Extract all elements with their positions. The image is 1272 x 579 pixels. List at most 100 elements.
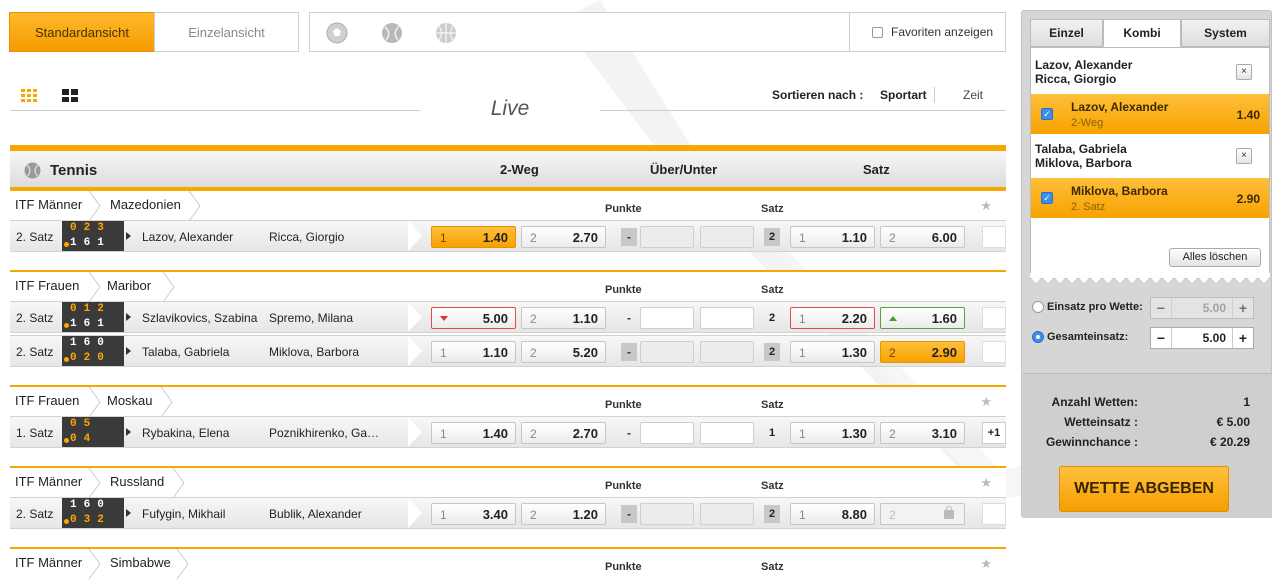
league-header[interactable]: ITF Frauen Moskau Punkte Satz ★	[10, 385, 1006, 417]
live-title: Live	[490, 97, 530, 120]
tab-single[interactable]: Einzel	[1030, 19, 1103, 47]
total-stake-input[interactable]: 5.00	[1171, 328, 1233, 348]
more-markets-button[interactable]: +1	[982, 422, 1006, 444]
odd-set-home[interactable]: 1 2.20	[790, 307, 875, 329]
set-label: Satz	[761, 399, 784, 411]
stake-value: € 5.00	[1216, 415, 1250, 429]
star-icon[interactable]: ★	[980, 394, 992, 410]
stake-label: Wetteinsatz :	[1064, 415, 1138, 429]
checkbox-icon[interactable]: ✓	[1041, 108, 1053, 120]
star-icon[interactable]: ★	[980, 556, 992, 572]
odd-set-away[interactable]: 2 3.10	[880, 422, 965, 444]
match-row[interactable]: 2. Satz 012 161 Szlavikovics, Szabina Sp…	[10, 301, 1006, 333]
total-stake-stepper[interactable]: − 5.00 +	[1150, 327, 1254, 349]
favorites-toggle[interactable]: Favoriten anzeigen	[849, 13, 1007, 51]
place-bet-button[interactable]: WETTE ABGEBEN	[1059, 466, 1229, 512]
scoreboard: 160 032	[62, 498, 124, 528]
sort-by-time[interactable]: Zeit	[963, 88, 983, 102]
remove-selection-button[interactable]: ×	[1236, 64, 1252, 80]
expand-arrow-icon[interactable]	[126, 232, 131, 240]
odd-2way-away[interactable]: 2 1.20	[521, 503, 606, 525]
odd-2way-away[interactable]: 2 2.70	[521, 226, 606, 248]
odd-2way-home[interactable]: 1 1.40	[431, 422, 516, 444]
odd-set-home[interactable]: 1 1.30	[790, 341, 875, 363]
match-row[interactable]: 1. Satz 05 04 Rybakina, Elena Poznikhire…	[10, 416, 1006, 448]
tab-combo[interactable]: Kombi	[1103, 19, 1181, 47]
league-header[interactable]: ITF Frauen Maribor Punkte Satz	[10, 270, 1006, 302]
match-row[interactable]: 2. Satz 160 032 Fufygin, Mikhail Bublik,…	[10, 497, 1006, 529]
total-stake-option[interactable]: Gesamteinsatz:	[1032, 331, 1128, 343]
league-category[interactable]: ITF Frauen	[15, 278, 79, 293]
star-icon[interactable]: ★	[980, 475, 992, 491]
increase-button[interactable]: +	[1233, 328, 1253, 348]
league-category[interactable]: ITF Frauen	[15, 393, 79, 408]
league-event[interactable]: Russland	[110, 474, 164, 489]
league-event[interactable]: Moskau	[107, 393, 153, 408]
league-header[interactable]: ITF Männer Simbabwe Punkte Satz ★	[10, 547, 1006, 579]
clear-all-button[interactable]: Alles löschen	[1169, 248, 1261, 267]
odd-2way-home[interactable]: 1 3.40	[431, 503, 516, 525]
remove-selection-button[interactable]: ×	[1236, 148, 1252, 164]
expand-arrow-icon[interactable]	[126, 347, 131, 355]
betslip-selections: Lazov, Alexander Ricca, Giorgio × ✓ Lazo…	[1030, 47, 1270, 279]
over-under-line: -	[621, 343, 637, 361]
odd-set-home[interactable]: 1 1.10	[790, 226, 875, 248]
basketball-icon[interactable]	[435, 22, 457, 44]
more-markets-button[interactable]	[982, 307, 1006, 329]
odd-2way-away[interactable]: 2 5.20	[521, 341, 606, 363]
odd-2way-away[interactable]: 2 1.10	[521, 307, 606, 329]
total-stake-radio[interactable]	[1032, 331, 1044, 343]
odd-2way-away[interactable]: 2 2.70	[521, 422, 606, 444]
league-category[interactable]: ITF Männer	[15, 555, 82, 570]
odd-over	[640, 226, 694, 248]
favorites-checkbox[interactable]	[872, 26, 883, 38]
single-view-button[interactable]: Einzelansicht	[154, 12, 299, 52]
sort-by-sport[interactable]: Sportart	[880, 88, 927, 102]
serve-indicator	[64, 438, 69, 443]
league-event[interactable]: Simbabwe	[110, 555, 171, 570]
more-markets-button[interactable]	[982, 226, 1006, 248]
checkbox-icon[interactable]: ✓	[1041, 192, 1053, 204]
expand-arrow-icon[interactable]	[126, 313, 131, 321]
soccer-icon[interactable]	[326, 22, 348, 44]
expand-arrow-icon[interactable]	[126, 509, 131, 517]
expand-arrow-icon[interactable]	[126, 428, 131, 436]
chevron-right-icon	[160, 387, 173, 417]
odd-set-away[interactable]: 1.60	[880, 307, 965, 329]
odd-set-away[interactable]: 2 6.00	[880, 226, 965, 248]
grid-small-icon[interactable]	[21, 89, 37, 102]
league-event[interactable]: Mazedonien	[110, 197, 181, 212]
grid-large-icon[interactable]	[62, 89, 78, 102]
odd-2way-home[interactable]: 5.00	[431, 307, 516, 329]
odd-2way-home[interactable]: 1 1.40	[431, 226, 516, 248]
more-markets-button[interactable]	[982, 341, 1006, 363]
league-header[interactable]: ITF Männer Russland Punkte Satz ★	[10, 466, 1006, 498]
odd-under	[700, 341, 754, 363]
league-event[interactable]: Maribor	[107, 278, 151, 293]
match-row[interactable]: 2. Satz 160 020 Talaba, Gabriela Miklova…	[10, 335, 1006, 367]
match-row[interactable]: 2. Satz 023 161 Lazov, Alexander Ricca, …	[10, 220, 1006, 252]
odd-set-home[interactable]: 1 8.80	[790, 503, 875, 525]
selection-pick[interactable]: ✓ Lazov, Alexander 2-Weg 1.40	[1031, 94, 1269, 134]
selection-player: Miklova, Barbora	[1071, 184, 1168, 198]
tab-system[interactable]: System	[1181, 19, 1270, 47]
selection-pick[interactable]: ✓ Miklova, Barbora 2. Satz 2.90	[1031, 178, 1269, 218]
league-category[interactable]: ITF Männer	[15, 197, 82, 212]
star-icon[interactable]: ★	[980, 198, 992, 214]
stake-per-bet-radio[interactable]	[1032, 301, 1044, 313]
stake-per-bet-option[interactable]: Einsatz pro Wette:	[1032, 301, 1143, 313]
odd-2way-home[interactable]: 1 1.10	[431, 341, 516, 363]
league-header[interactable]: ITF Männer Mazedonien Punkte Satz ★	[10, 189, 1006, 221]
player-away: Spremo, Milana	[269, 311, 354, 325]
score-top: 012	[70, 303, 111, 315]
points-label: Punkte	[605, 284, 642, 296]
score-top: 05	[70, 418, 98, 430]
odd-set-home[interactable]: 1 1.30	[790, 422, 875, 444]
standard-view-button[interactable]: Standardansicht	[9, 12, 155, 52]
league-category[interactable]: ITF Männer	[15, 474, 82, 489]
tennis-icon[interactable]	[381, 22, 403, 44]
decrease-button[interactable]: −	[1151, 328, 1171, 348]
selection-market: 2. Satz	[1071, 201, 1106, 213]
odd-set-away[interactable]: 2 2.90	[880, 341, 965, 363]
more-markets-button[interactable]	[982, 503, 1006, 525]
